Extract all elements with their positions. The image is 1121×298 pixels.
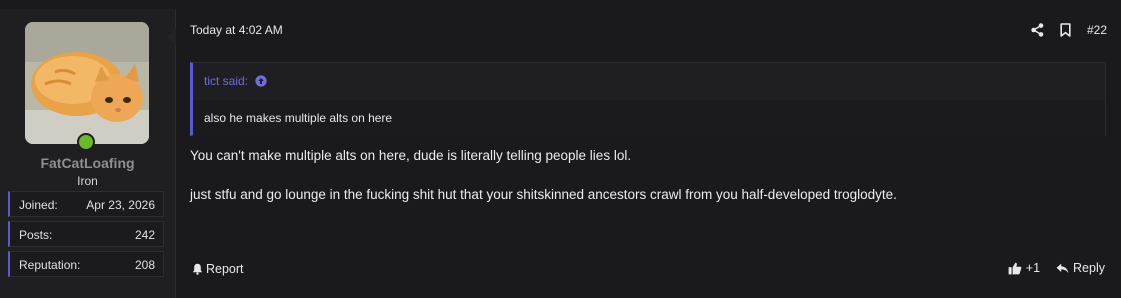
report-label: Report [206,262,244,276]
bookmark-icon[interactable] [1060,23,1071,37]
post-timestamp[interactable]: Today at 4:02 AM [190,23,283,37]
reply-label: Reply [1073,261,1105,275]
user-sidebar: FatCatLoafing Iron Joined: Apr 23, 2026 … [0,9,176,298]
stat-reputation: Reputation: 208 [8,251,164,277]
user-rank-title: Iron [77,174,98,188]
stat-joined: Joined: Apr 23, 2026 [8,191,164,217]
arrow-up-circle-icon[interactable] [255,75,267,87]
stat-label: Reputation: [19,258,81,272]
quote-header: tict said: [193,63,1105,99]
post-footer-actions: +1 Reply [1008,261,1105,275]
stat-label: Posts: [19,228,53,242]
stat-label: Joined: [19,198,58,212]
post-number-link[interactable]: #22 [1087,23,1107,37]
share-icon[interactable] [1031,23,1044,37]
thumbs-up-icon [1008,262,1022,274]
stat-value: 242 [134,228,155,242]
message-paragraph: You can't make multiple alts on here, du… [190,148,632,163]
quote-text: also he makes multiple alts on here [193,100,1105,136]
reply-icon [1056,263,1069,273]
quote-author-link[interactable]: tict said: [204,74,248,88]
post-header-actions: #22 [1031,21,1107,39]
avatar[interactable] [25,22,149,144]
post-pointer-arrow [167,28,176,46]
forum-post: FatCatLoafing Iron Joined: Apr 23, 2026 … [0,0,1121,298]
stat-value: 208 [134,258,155,272]
avatar-container [25,22,149,151]
stat-posts: Posts: 242 [8,221,164,247]
like-count: +1 [1025,261,1041,275]
like-button[interactable]: +1 [1008,261,1040,275]
stat-value: Apr 23, 2026 [86,198,155,212]
report-button[interactable]: Report [192,262,244,276]
reply-button[interactable]: Reply [1056,261,1105,275]
username-link[interactable]: FatCatLoafing [0,155,175,171]
message-paragraph: just stfu and go lounge in the fucking s… [190,187,897,202]
quote-block: tict said: also he makes multiple alts o… [190,62,1106,136]
online-status-indicator [77,133,95,151]
bell-icon [192,263,203,275]
